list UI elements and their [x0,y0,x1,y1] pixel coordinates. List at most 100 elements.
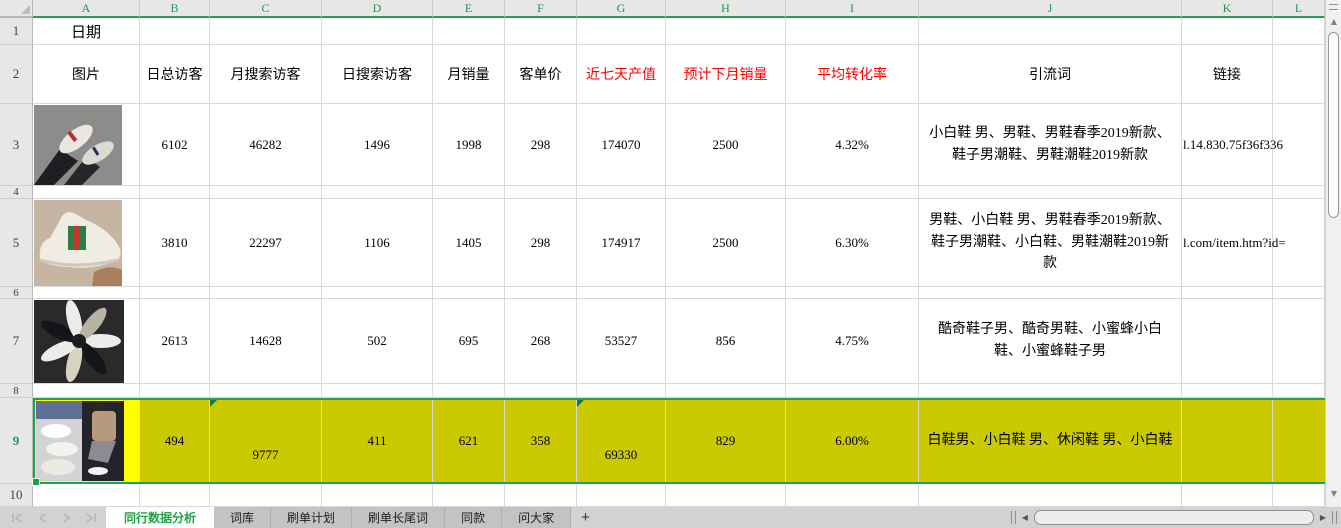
empty-cell[interactable] [322,186,433,199]
cell-daily-search-visitors[interactable]: 1106 [322,199,433,287]
cell-next-month-forecast[interactable]: 856 [666,299,786,384]
empty-cell[interactable] [322,18,433,45]
empty-cell[interactable] [1182,484,1273,507]
row-number-1[interactable]: 1 [0,18,33,45]
empty-cell[interactable] [505,287,577,299]
empty-cell[interactable] [322,287,433,299]
empty-cell[interactable] [433,18,505,45]
horizontal-scroll-thumb[interactable] [1033,510,1314,525]
empty-cell[interactable] [433,484,505,507]
row-number-7[interactable]: 7 [0,299,33,384]
column-header-j[interactable]: J [919,0,1182,18]
row-number-10[interactable]: 10 [0,484,33,507]
first-sheet-icon[interactable] [10,512,24,524]
row-number-8[interactable]: 8 [0,384,33,398]
cell-seven-day-output[interactable]: 174917 [577,199,666,287]
cell-traffic-keywords[interactable]: 男鞋、小白鞋 男、男鞋春季2019新款、鞋子男潮鞋、小白鞋、男鞋潮鞋2019新款 [919,199,1182,287]
empty-cell[interactable] [1273,18,1325,45]
empty-cell[interactable] [919,484,1182,507]
empty-cell[interactable] [322,484,433,507]
cell-daily-total-visitors[interactable]: 3810 [140,199,210,287]
cell-next-month-forecast[interactable]: 2500 [666,199,786,287]
empty-cell[interactable] [577,18,666,45]
header-unit-price[interactable]: 客单价 [505,45,577,104]
sheet-tab-wendajia[interactable]: 问大家 [502,507,572,528]
empty-cell[interactable] [919,18,1182,45]
header-link[interactable]: 链接 [1182,45,1273,104]
cell-avg-conversion-rate[interactable]: 4.32% [786,104,919,186]
header-image[interactable]: 图片 [33,45,140,104]
cell-avg-conversion-rate[interactable]: 4.75% [786,299,919,384]
cell-traffic-keywords[interactable]: 小白鞋 男、男鞋、男鞋春季2019新款、鞋子男潮鞋、男鞋潮鞋2019新款 [919,104,1182,186]
sheet-tab-ciku[interactable]: 词库 [214,507,272,528]
empty-cell[interactable] [322,384,433,398]
empty-cell[interactable] [1273,400,1325,482]
product-image-cell[interactable] [33,104,140,186]
row-number-6[interactable]: 6 [0,287,33,299]
column-header-k[interactable]: K [1182,0,1273,18]
empty-cell[interactable] [33,287,140,299]
sheet-tab-shuadan-changweici[interactable]: 刷单长尾词 [352,507,446,528]
empty-cell[interactable] [786,384,919,398]
cell-monthly-sales[interactable]: 1998 [433,104,505,186]
vertical-scrollbar[interactable]: ▲ ▼ [1325,0,1341,507]
empty-cell[interactable] [786,186,919,199]
empty-cell[interactable] [919,384,1182,398]
cell-monthly-search-visitors[interactable]: 22297 [210,199,322,287]
row-number-3[interactable]: 3 [0,104,33,186]
row-number-2[interactable]: 2 [0,45,33,104]
scroll-right-icon[interactable]: ▶ [1320,513,1326,522]
scroll-up-icon[interactable]: ▲ [1326,18,1341,26]
empty-cell[interactable] [666,484,786,507]
empty-cell[interactable] [140,186,210,199]
vertical-scroll-thumb[interactable] [1328,32,1339,218]
row-number-9[interactable]: 9 [0,398,33,484]
column-header-f[interactable]: F [505,0,577,18]
header-monthly-search-visitors[interactable]: 月搜索访客 [210,45,322,104]
empty-cell[interactable] [505,18,577,45]
empty-cell[interactable] [666,287,786,299]
empty-cell[interactable] [140,484,210,507]
column-header-e[interactable]: E [433,0,505,18]
empty-cell[interactable] [786,18,919,45]
empty-cell[interactable] [433,186,505,199]
empty-cell[interactable] [140,384,210,398]
select-all-corner[interactable] [0,0,33,18]
empty-cell[interactable] [1273,384,1325,398]
empty-cell[interactable] [1273,45,1325,104]
empty-cell[interactable] [919,287,1182,299]
empty-cell[interactable] [433,384,505,398]
empty-cell[interactable] [1182,18,1273,45]
cell-unit-price[interactable]: 298 [505,199,577,287]
empty-cell[interactable] [1273,287,1325,299]
column-header-a[interactable]: A [33,0,140,18]
empty-cell[interactable] [577,484,666,507]
cell-monthly-sales[interactable]: 621 [433,400,505,482]
product-image-cell-active[interactable] [35,400,140,482]
empty-cell[interactable] [1182,186,1273,199]
empty-cell[interactable] [786,484,919,507]
column-header-d[interactable]: D [322,0,433,18]
empty-cell[interactable] [505,484,577,507]
cell-link[interactable] [1182,400,1273,482]
cell-traffic-keywords[interactable]: 酷奇鞋子男、酷奇男鞋、小蜜蜂小白鞋、小蜜蜂鞋子男 [919,299,1182,384]
header-daily-search-visitors[interactable]: 日搜索访客 [322,45,433,104]
empty-cell[interactable] [140,287,210,299]
cell-monthly-search-visitors[interactable]: 46282 [210,104,322,186]
cell-traffic-keywords[interactable]: 白鞋男、小白鞋 男、休闲鞋 男、小白鞋 [919,400,1182,482]
empty-cell[interactable] [1273,186,1325,199]
sheet-tab-active[interactable]: 同行数据分析 [106,507,215,528]
empty-cell[interactable] [786,287,919,299]
next-sheet-icon[interactable] [60,512,72,524]
empty-cell[interactable] [1273,484,1325,507]
cell-daily-search-visitors[interactable]: 411 [322,400,433,482]
empty-cell[interactable] [577,186,666,199]
add-sheet-button[interactable]: + [571,507,600,528]
cell-seven-day-output[interactable]: 69330 [577,400,666,482]
header-daily-total-visitors[interactable]: 日总访客 [140,45,210,104]
cell-seven-day-output[interactable]: 174070 [577,104,666,186]
empty-cell[interactable] [210,18,322,45]
cell-link[interactable] [1182,299,1273,384]
empty-cell[interactable] [666,18,786,45]
empty-cell[interactable] [33,384,140,398]
